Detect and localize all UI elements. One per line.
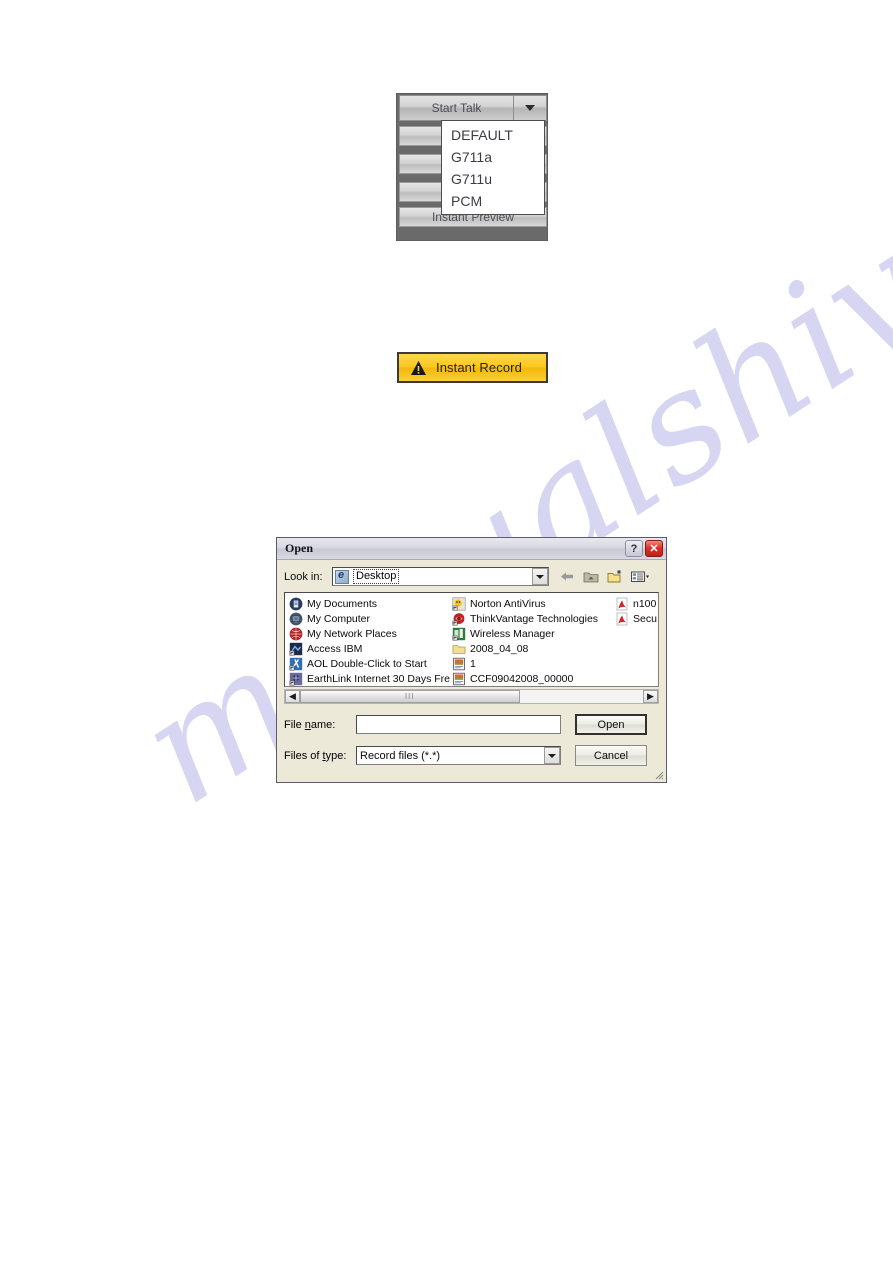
list-item[interactable]: 1 [450,656,613,671]
shortcut-icon [289,657,303,671]
pdf-icon [615,612,629,626]
start-talk-button-group: Start Talk [399,95,547,121]
norton-icon [452,597,466,611]
list-item[interactable]: Secu [613,611,658,626]
dialog-titlebar: Open ? ✕ [277,538,666,560]
look-in-row: Look in: Desktop [284,566,659,587]
horizontal-scrollbar[interactable]: ◀ III ▶ [284,689,659,704]
list-item[interactable]: Access IBM [287,641,450,656]
menu-item-default[interactable]: DEFAULT [442,124,544,146]
scrollbar-thumb[interactable]: III [300,690,520,703]
wireless-icon [452,627,466,641]
file-name-input[interactable] [356,715,561,734]
list-item-label: Secu [633,612,657,625]
pdf-icon [615,597,629,611]
shortcut-icon [289,672,303,686]
list-item[interactable]: ThinkVantage Technologies [450,611,613,626]
new-folder-icon[interactable] [606,568,624,585]
list-item-label: EarthLink Internet 30 Days Free [307,672,450,685]
list-item[interactable]: Wireless Manager [450,626,613,641]
up-one-level-icon[interactable] [582,568,600,585]
chevron-down-icon [548,753,556,758]
list-item-label: My Network Places [307,627,397,640]
look-in-combobox[interactable]: Desktop [332,567,549,586]
menu-item-g711a[interactable]: G711a [442,146,544,168]
start-talk-button[interactable]: Start Talk [399,95,513,121]
instant-record-label: Instant Record [436,360,522,375]
close-icon[interactable]: ✕ [645,540,663,557]
dialog-title: Open [285,541,314,555]
list-item-label: My Computer [307,612,371,625]
shortcut-icon [289,642,303,656]
list-item-label: AOL Double-Click to Start [307,657,427,670]
audio-codec-menu: DEFAULT G711a G711u PCM [441,120,545,215]
list-item[interactable]: My Computer [287,611,450,626]
open-button[interactable]: Open [575,714,647,735]
thinkvantage-icon [452,612,466,626]
start-talk-dropdown-toggle[interactable] [513,95,547,121]
chevron-down-icon [536,574,544,579]
file-type-label: Files of type: [284,749,347,762]
desktop-icon [335,569,349,584]
open-file-dialog: Open ? ✕ Look in: Desktop [276,537,667,783]
list-item-label: My Documents [307,597,378,610]
start-talk-panel: Instant Preview Start Talk DEFAULT G711a… [396,93,548,241]
file-list[interactable]: My Documents My Computer My Network Plac… [284,592,659,687]
instant-record-button[interactable]: Instant Record [397,352,548,383]
look-in-value: Desktop [353,569,400,584]
dialog-body: Look in: Desktop [277,560,666,773]
list-item-label: Norton AntiVirus [470,597,546,610]
my-documents-icon [289,597,303,611]
list-item-label: ThinkVantage Technologies [470,612,599,625]
menu-item-g711u[interactable]: G711u [442,168,544,190]
list-item-label: CCF09042008_00000 [470,672,574,685]
image-icon [452,657,466,671]
chevron-down-icon [525,105,535,111]
resize-grip[interactable] [652,768,664,780]
list-item[interactable]: 2008_04_08 [450,641,613,656]
my-computer-icon [289,612,303,626]
warning-triangle-icon [410,360,427,376]
scroll-right-icon[interactable]: ▶ [643,690,658,703]
list-item-label: Wireless Manager [470,627,555,640]
help-button[interactable]: ? [625,540,643,557]
list-item-label: 1 [470,657,476,670]
list-item-label: 2008_04_08 [470,642,529,655]
list-item[interactable]: CCF09042008_00000 [450,671,613,686]
file-type-dropdown-toggle[interactable] [544,747,560,764]
menu-item-pcm[interactable]: PCM [442,190,544,212]
scroll-left-icon[interactable]: ◀ [285,690,300,703]
list-item[interactable]: AOL Double-Click to Start [287,656,450,671]
list-item-label: Access IBM [307,642,363,655]
list-item[interactable]: My Network Places [287,626,450,641]
cancel-button[interactable]: Cancel [575,745,647,766]
scrollbar-track[interactable]: III [300,690,643,703]
file-name-label: File name: [284,718,336,731]
file-type-row: Files of type: Record files (*.*) Cancel [284,745,659,766]
list-item-label: n100 [633,597,657,610]
views-icon[interactable] [630,568,649,585]
image-icon [452,672,466,686]
dialog-toolbar [558,568,649,585]
back-icon[interactable] [558,568,576,585]
network-places-icon [289,627,303,641]
file-type-combobox[interactable]: Record files (*.*) [356,746,561,765]
list-item[interactable]: Norton AntiVirus [450,596,613,611]
look-in-label: Look in: [284,570,323,583]
look-in-dropdown-toggle[interactable] [532,568,548,585]
file-type-value: Record files (*.*) [360,749,441,762]
list-item[interactable]: EarthLink Internet 30 Days Free [287,671,450,686]
folder-icon [452,642,466,656]
list-item[interactable]: My Documents [287,596,450,611]
list-item[interactable]: n100 [613,596,658,611]
file-name-row: File name: Open [284,714,659,735]
